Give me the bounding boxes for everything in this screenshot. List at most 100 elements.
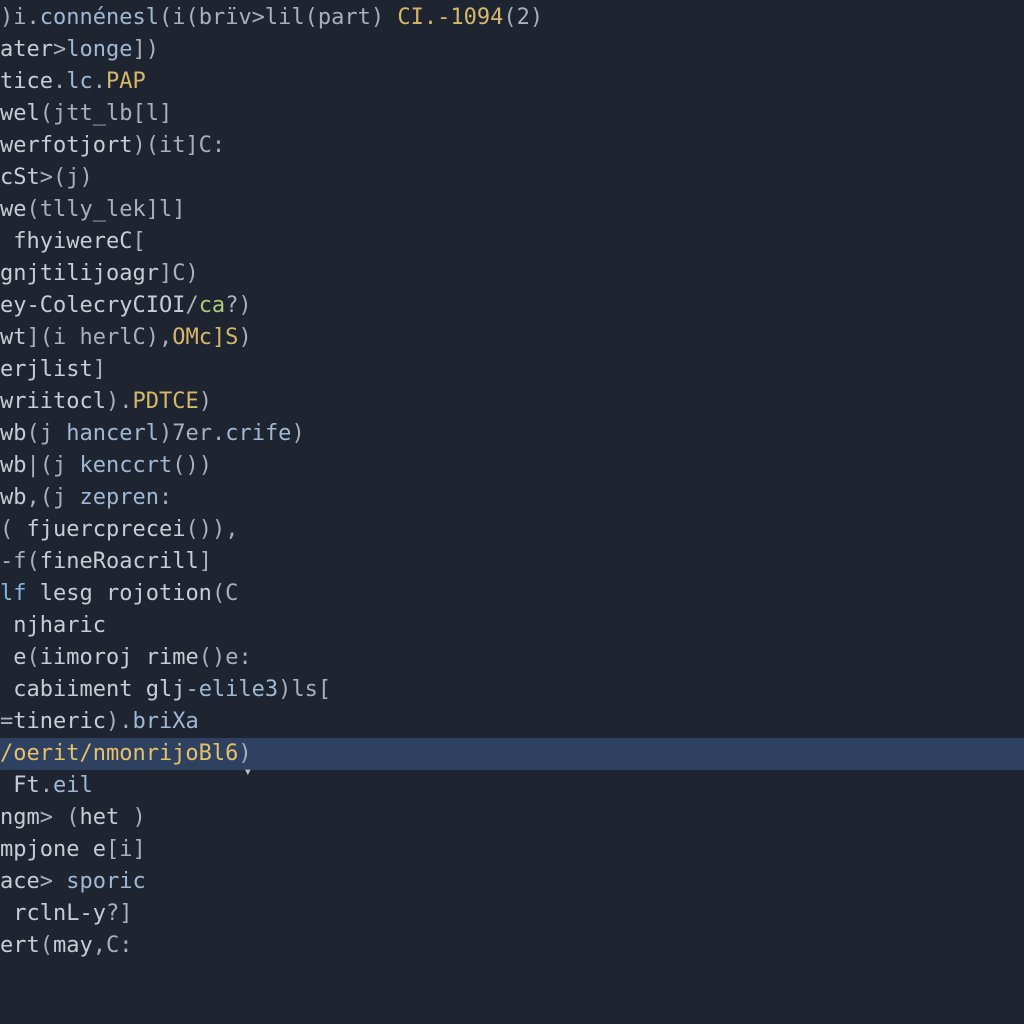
code-token: OMc]S [172,325,238,350]
code-line[interactable]: wb(j hancerl)7er.crife) [0,418,1024,450]
code-line[interactable]: cSt>(j) [0,162,1024,194]
code-token: >(j) [40,165,93,190]
code-line[interactable]: lf lesg rojotion(C [0,578,1024,610]
code-token: [i] [106,837,146,862]
code-token: ,C: [93,933,133,958]
code-token: cabiiment glj [0,677,185,702]
code-token: ) [132,805,145,830]
code-line[interactable]: tice.lc.PAP [0,66,1024,98]
code-token: ert [0,933,40,958]
code-token: ey-ColecryCIOI [0,293,185,318]
code-token: fhyiwereC [0,229,132,254]
code-token: (j [27,421,67,446]
code-line[interactable]: ngm> (het ) [0,802,1024,834]
code-line[interactable]: erjlist] [0,354,1024,386]
code-token: wb [0,485,27,510]
code-line[interactable]: njharic [0,610,1024,642]
chevron-down-icon[interactable]: ▾ [244,764,252,780]
code-token: sporic [66,869,145,894]
code-token: ( [40,933,53,958]
code-token: ) [291,421,304,446]
code-line[interactable]: )i.connénesl(i(brïv>lil(part) CI.-1094(2… [0,2,1024,34]
code-token: ) [238,325,251,350]
code-token: CI.-1094 [397,5,503,30]
code-line[interactable]: Ft.eil [0,770,1024,802]
code-token: ] [199,549,212,574]
code-token: ace [0,869,40,894]
code-token: ngm [0,805,40,830]
code-token: (jtt_lb[l] [40,101,172,126]
code-token: wel [0,101,40,126]
code-line-active[interactable]: /oerit/nmonrijoBl6)▾ [0,738,1024,770]
code-token: (i(brïv>lil(part) [159,5,397,30]
code-token: . [93,69,106,94]
code-line[interactable]: we(tlly_lek]l] [0,194,1024,226]
code-token: gnjtilijoagr [0,261,159,286]
code-token: ?) [225,293,252,318]
code-token: ca [199,293,226,318]
code-line[interactable]: werfotjort)(it]C: [0,130,1024,162]
code-token: longe [66,37,132,62]
code-line[interactable]: ater>longe]) [0,34,1024,66]
code-token: ) [199,389,212,414]
code-token: ](i herlC), [27,325,173,350]
code-token: - [185,677,198,702]
code-token: lesg rojotion [27,581,212,606]
code-token: ]) [132,37,159,62]
code-token: iimoroj rime [40,645,199,670]
code-line[interactable]: wt](i herlC),OMc]S) [0,322,1024,354]
code-line[interactable]: wriitocl).PDTCE) [0,386,1024,418]
code-token: zepren [79,485,158,510]
code-token: briXa [132,709,198,734]
code-token: rclnL-y [0,901,106,926]
code-token: )7er. [159,421,225,446]
code-token: crife [225,421,291,446]
code-line[interactable]: ey-ColecryCIOI/ca?) [0,290,1024,322]
code-token: het [80,805,133,830]
code-token: ater [0,37,53,62]
code-line[interactable]: gnjtilijoagr]C) [0,258,1024,290]
code-token: PAP [106,69,146,94]
code-token: njharic [0,613,106,638]
code-token: . [53,69,66,94]
code-line[interactable]: =tineric).briXa [0,706,1024,738]
code-token: = [0,709,13,734]
code-token: ). [106,389,133,414]
code-token: )ls[ [278,677,331,702]
code-token: tice [0,69,53,94]
code-token: we [0,197,27,222]
code-token: lf [0,581,27,606]
code-token: connénesl [40,5,159,30]
code-line[interactable]: wb,(j zepren: [0,482,1024,514]
code-token: -f( [0,549,40,574]
code-line[interactable]: wel(jtt_lb[l] [0,98,1024,130]
code-token: PDTCE [132,389,198,414]
code-token: erjlist [0,357,93,382]
code-token: ()e: [199,645,252,670]
code-token: eil [53,773,93,798]
code-line[interactable]: wb|(j kenccrt()) [0,450,1024,482]
code-token: (C [212,581,239,606]
code-line[interactable]: cabiiment glj-elile3)ls[ [0,674,1024,706]
code-editor[interactable]: )i.connénesl(i(brïv>lil(part) CI.-1094(2… [0,0,1024,1024]
code-token: mpjone e [0,837,106,862]
code-line[interactable]: fhyiwereC[ [0,226,1024,258]
code-token: |(j [27,453,80,478]
code-token: > [40,869,67,894]
code-line[interactable]: ace> sporic [0,866,1024,898]
code-token: elile3 [199,677,278,702]
code-line[interactable]: rclnL-y?] [0,898,1024,930]
code-token: )i. [0,5,40,30]
code-line[interactable]: e(iimoroj rime()e: [0,642,1024,674]
code-line[interactable]: -f(fineRoacrill] [0,546,1024,578]
code-token: ( [0,517,27,542]
code-token: wriitocl [0,389,106,414]
code-token: wb [0,453,27,478]
code-token: wt [0,325,27,350]
code-token: > ( [40,805,80,830]
code-line[interactable]: ( fjuercprecei()), [0,514,1024,546]
code-line[interactable]: ert(may,C: [0,930,1024,962]
code-line[interactable]: mpjone e[i] [0,834,1024,866]
code-token: ]C) [159,261,199,286]
code-token: : [159,485,172,510]
